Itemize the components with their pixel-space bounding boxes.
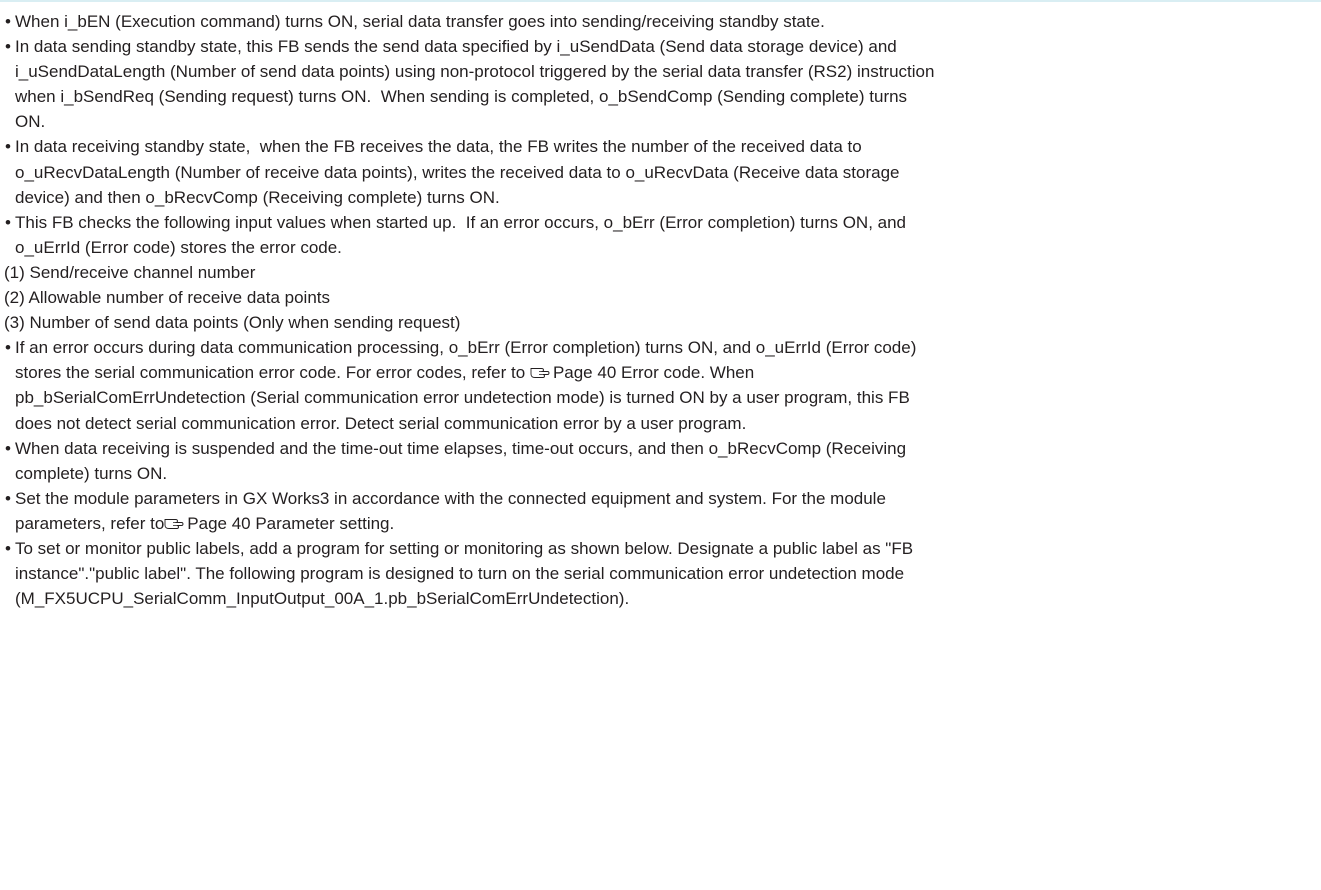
- text-line-continued: stores the serial communication error co…: [0, 360, 1321, 385]
- text-line: If an error occurs during data communica…: [15, 338, 917, 358]
- bullet-marker: •: [5, 37, 11, 57]
- pointing-hand-icon: [164, 516, 184, 530]
- text-line-continued: i_uSendDataLength (Number of send data p…: [15, 62, 935, 82]
- numbered-item-1: (1) Send/receive channel number: [4, 262, 256, 282]
- header-rule: [0, 0, 1321, 2]
- text-line-continued: pb_bSerialComErrUndetection (Serial comm…: [15, 388, 910, 408]
- bullet-marker: •: [5, 338, 11, 358]
- bullet-receiving-standby: • In data receiving standby state, when t…: [0, 134, 1321, 159]
- bullet-module-parameters: • Set the module parameters in GX Works3 …: [0, 486, 1321, 511]
- bullet-execution-command: • When i_bEN (Execution command) turns ON…: [0, 9, 1321, 34]
- bullet-input-check: • This FB checks the following input valu…: [0, 210, 1321, 235]
- text-line: Set the module parameters in GX Works3 i…: [15, 488, 886, 508]
- bullet-marker: •: [5, 438, 11, 458]
- pointing-hand-icon: [530, 365, 550, 379]
- parameter-setting-page-link[interactable]: Page 40 Parameter setting.: [187, 514, 394, 533]
- error-code-page-link[interactable]: Page 40 Error code. When: [553, 363, 754, 382]
- text-line: This FB checks the following input value…: [15, 212, 906, 232]
- text-line-continued: complete) turns ON.: [15, 463, 168, 483]
- text-line-continued: when i_bSendReq (Sending request) turns …: [15, 87, 908, 107]
- bullet-marker: •: [5, 137, 11, 157]
- text-line-continued: instance"."public label". The following …: [15, 564, 905, 584]
- text-line-continued: device) and then o_bRecvComp (Receiving …: [15, 187, 500, 207]
- bullet-communication-error: • If an error occurs during data communic…: [0, 335, 1321, 360]
- text-line-continued: ON.: [15, 112, 46, 132]
- text-fragment: stores the serial communication error co…: [15, 363, 530, 383]
- bullet-marker: •: [5, 12, 11, 31]
- text-line-continued: o_uRecvDataLength (Number of receive dat…: [15, 162, 900, 182]
- text-line: When i_bEN (Execution command) turns ON,…: [15, 12, 825, 31]
- text-line-continued: o_uErrId (Error code) stores the error c…: [15, 237, 342, 257]
- text-fragment: parameters, refer to: [15, 513, 165, 533]
- bullet-marker: •: [5, 212, 11, 232]
- fb-description-text: • When i_bEN (Execution command) turns ON…: [0, 9, 1321, 611]
- bullet-public-labels: • To set or monitor public labels, add a …: [0, 536, 1321, 561]
- bullet-marker: •: [5, 538, 11, 558]
- text-line: When data receiving is suspended and the…: [15, 438, 907, 458]
- text-line-continued: parameters, refer to Page 40 Parameter se…: [0, 511, 1321, 536]
- numbered-item-2: (2) Allowable number of receive data poi…: [4, 288, 331, 308]
- text-line-continued: does not detect serial communication err…: [15, 413, 747, 433]
- bullet-time-out: • When data receiving is suspended and th…: [0, 436, 1321, 461]
- text-line-continued: (M_FX5UCPU_SerialComm_InputOutput_00A_1.…: [15, 589, 630, 609]
- numbered-item-3: (3) Number of send data points (Only whe…: [4, 313, 461, 333]
- bullet-sending-standby: • In data sending standby state, this FB …: [0, 34, 1321, 59]
- text-line: In data sending standby state, this FB s…: [15, 37, 897, 57]
- bullet-marker: •: [5, 488, 11, 508]
- text-line: To set or monitor public labels, add a p…: [15, 538, 914, 558]
- text-line: In data receiving standby state, when th…: [15, 137, 862, 157]
